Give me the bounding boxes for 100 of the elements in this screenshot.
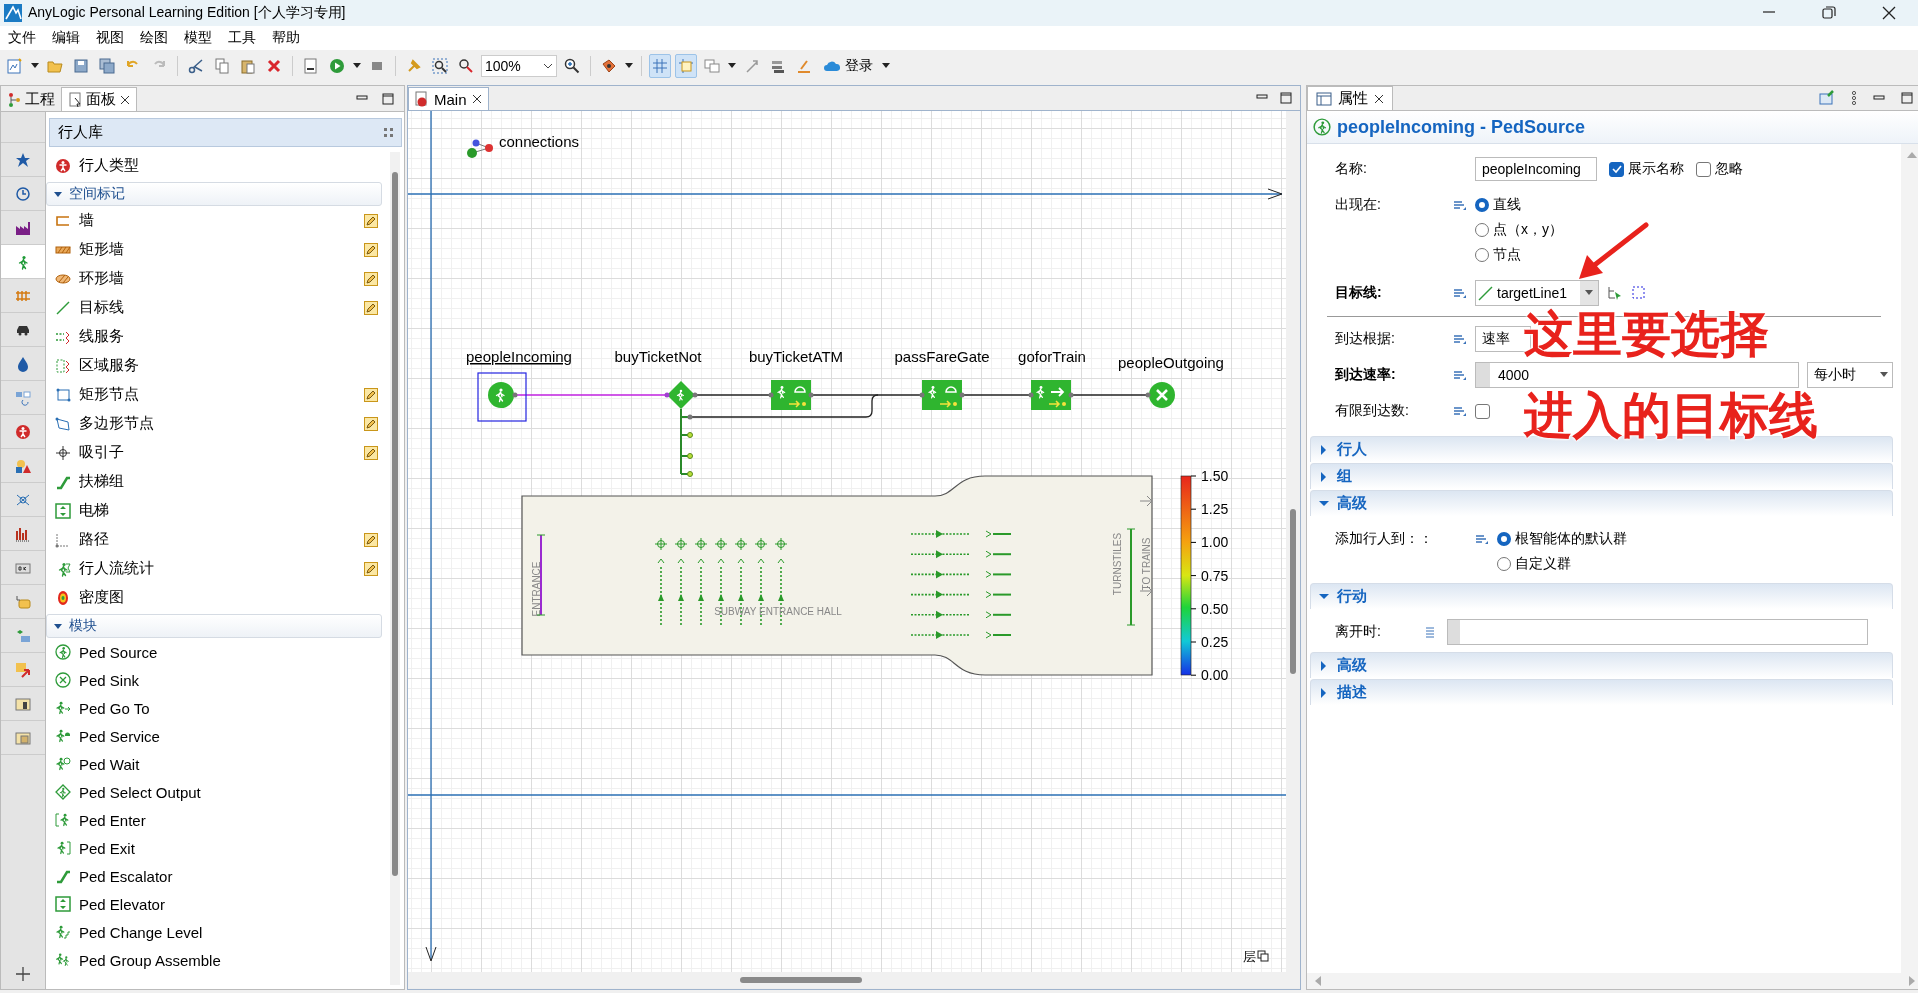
collapsed-caret-icon[interactable] [1319,471,1329,482]
palette-item[interactable]: 电梯 [46,496,382,525]
expanded-caret-icon[interactable] [53,621,63,631]
palette-item[interactable]: Ped Group Assemble [46,946,382,974]
unit-dropdown[interactable]: 每小时 [1807,362,1893,388]
expanded-caret-icon[interactable] [1319,498,1329,509]
copy-icon[interactable] [214,58,230,74]
expanded-caret-icon[interactable] [53,189,63,199]
align-icon[interactable] [744,58,760,74]
login-button[interactable]: 登录 [819,57,877,75]
parameter-icon[interactable] [1453,287,1467,299]
paste-icon[interactable] [240,58,256,74]
checkbox[interactable] [1696,161,1711,177]
pencil-icon[interactable] [364,300,378,315]
palette-item[interactable]: 矩形墙 [46,235,382,264]
minimize-icon[interactable] [356,92,368,103]
menu-item[interactable]: 绘图 [134,29,178,47]
parameter-icon[interactable] [1475,532,1489,545]
build-icon[interactable] [303,58,319,74]
turnstile-line[interactable] [1126,528,1136,626]
expanded-caret-icon[interactable] [1319,591,1329,602]
block-name[interactable]: peopleOutgoing [1118,354,1224,371]
selected-block-icon[interactable] [477,372,527,422]
output-ports-drawing[interactable] [680,408,693,477]
pencil-icon[interactable] [364,445,378,460]
hall-floor[interactable] [521,475,1153,676]
palette-item[interactable]: 路径 [46,525,382,554]
panel-tab[interactable]: 工程 [1,88,61,111]
block-name[interactable]: goforTrain [1018,348,1086,365]
pencil-icon[interactable] [364,271,378,286]
queue-lines-drawing[interactable] [910,530,1012,639]
zoom-fit-icon[interactable] [432,58,448,74]
pin-note-icon[interactable] [1819,90,1835,106]
collapsed-caret-icon[interactable] [1319,444,1329,455]
zoom-region-icon[interactable] [458,58,474,74]
pencil-icon[interactable] [364,532,378,547]
code-field[interactable] [1447,619,1868,645]
palette-item[interactable]: Ped Elevator [46,890,382,918]
scrollbar-thumb[interactable] [392,172,398,876]
pick-icon[interactable] [1607,285,1623,301]
palette-item[interactable]: 矩形节点 [46,380,382,409]
restore-icon[interactable] [1822,6,1836,20]
grid-menu-icon[interactable] [384,128,393,137]
panel-tab[interactable]: 面板 [61,87,137,111]
collapsed-caret-icon[interactable] [1319,660,1329,671]
palette-item[interactable]: 密度图 [46,583,382,612]
palette-item[interactable]: Ped Enter [46,806,382,834]
stack-icon[interactable] [770,58,786,74]
select-area-icon[interactable] [1631,285,1647,301]
palette-item[interactable]: Ped Source [46,638,382,666]
palette-item[interactable]: 目标线 [46,293,382,322]
paint-bucket-icon[interactable] [601,58,617,74]
menu-item[interactable]: 工具 [222,29,266,47]
block-icon[interactable] [768,380,814,410]
rate-field[interactable]: 4000 [1475,362,1799,388]
scissors-icon[interactable] [188,58,204,74]
editor-tab[interactable]: Main [408,87,489,110]
new-model-icon[interactable] [7,58,23,74]
parameter-icon[interactable] [1453,405,1467,417]
menu-item[interactable]: 文件 [2,29,46,47]
section-header[interactable]: 组 [1310,463,1893,489]
connections-icon[interactable] [467,139,493,158]
more-icon[interactable] [1851,91,1857,105]
palette-item[interactable]: 环形墙 [46,264,382,293]
panel-tab[interactable]: 属性 [1307,86,1393,110]
block-icon[interactable] [664,381,698,409]
zoom-combo[interactable]: 100% [481,55,557,77]
maximize-icon[interactable] [1901,92,1913,104]
palette-item[interactable]: Ped Select Output [46,778,382,806]
radio-button[interactable]: 直线 [1475,195,1521,214]
scrollbar-thumb[interactable] [740,977,862,983]
palette-item[interactable]: 墙 [46,206,382,235]
section-header[interactable]: 空间标记 [46,182,382,206]
menu-item[interactable]: 模型 [178,29,222,47]
minimize-icon[interactable] [1256,92,1268,102]
checkbox[interactable] [1475,403,1490,419]
palette-item[interactable]: Ped Change Level [46,918,382,946]
pencil-icon[interactable] [364,416,378,431]
save-icon[interactable] [73,58,89,74]
radio-button[interactable]: 点（x，y） [1475,220,1563,239]
section-header[interactable]: 高级 [1310,652,1893,678]
delete-icon[interactable] [266,58,282,74]
radio-button[interactable]: 节点 [1475,245,1521,264]
radio-button[interactable]: 自定义群 [1497,554,1571,573]
pencil-icon[interactable] [364,213,378,228]
close-icon[interactable] [120,94,130,105]
library-header[interactable]: 行人库 [49,118,402,147]
pencil-icon[interactable] [364,242,378,257]
pencil-icon[interactable] [364,387,378,402]
palette-item[interactable]: Ped Wait [46,750,382,778]
minimize-icon[interactable] [1873,93,1885,103]
block-name[interactable]: buyTicketATM [748,348,844,365]
menu-item[interactable]: 编辑 [46,29,90,47]
layer-label[interactable]: 层 [1243,949,1256,964]
parameter-icon[interactable] [1453,369,1467,381]
menu-item[interactable]: 帮助 [266,29,310,47]
palette-item[interactable]: 区域服务 [46,351,382,380]
block-icon[interactable] [1028,380,1074,410]
parameter-icon[interactable] [1453,198,1467,211]
palette-item[interactable]: Ped Sink [46,666,382,694]
